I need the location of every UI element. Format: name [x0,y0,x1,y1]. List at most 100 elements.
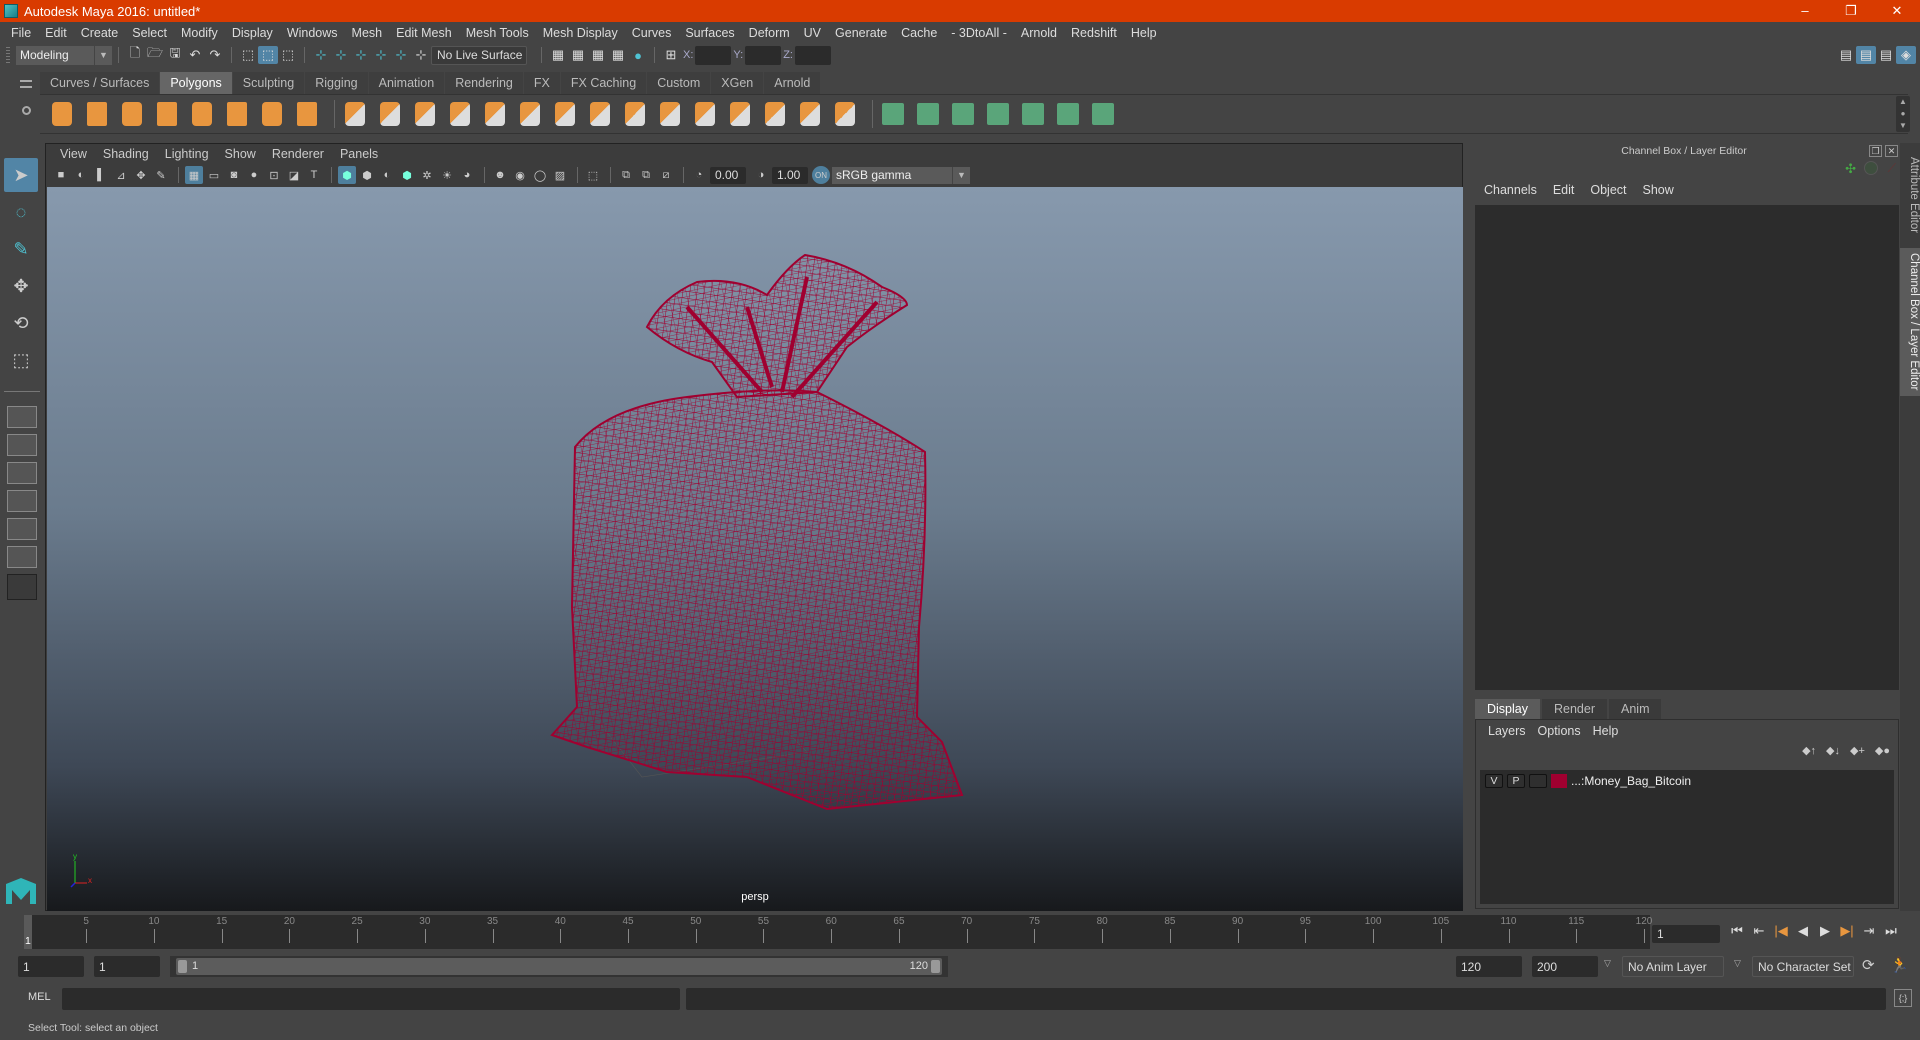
layer-name[interactable]: ...:Money_Bag_Bitcoin [1571,774,1691,788]
anim-layer-dropdown[interactable]: No Anim Layer [1622,956,1724,977]
hud-icon[interactable]: ⧉ [617,166,635,184]
gate-mask-icon[interactable]: ● [245,166,263,184]
use-all-lights-icon[interactable]: ✲ [418,166,436,184]
viewport-menu-show[interactable]: Show [217,147,264,161]
persp-graph-layout-icon[interactable] [7,490,37,512]
menu-set-dropdown[interactable]: Modeling ▼ [16,45,112,65]
menu-select[interactable]: Select [125,26,174,40]
move-layer-down-icon[interactable]: ◆↓ [1826,744,1840,757]
color-management-toggle-icon[interactable]: ON [812,166,830,184]
go-to-end-icon[interactable]: ⏭ [1880,923,1902,939]
separate-icon[interactable] [376,100,404,128]
image-plane-icon[interactable]: ⊿ [112,166,130,184]
menu-display[interactable]: Display [225,26,280,40]
uv-editor-icon[interactable] [1054,100,1082,128]
select-object-icon[interactable]: ⬚ [258,46,278,64]
snap-grid-icon[interactable]: ⊹ [311,46,331,64]
snap-point-icon[interactable]: ⊹ [351,46,371,64]
menu-surfaces[interactable]: Surfaces [678,26,741,40]
persp-outliner-layout-icon[interactable] [7,462,37,484]
menu-redshift[interactable]: Redshift [1064,26,1124,40]
tab-attribute-editor[interactable]: Attribute Editor [1900,153,1920,238]
safe-title-icon[interactable]: T [305,166,323,184]
2d-pan-zoom-icon[interactable]: ✥ [132,166,150,184]
script-editor-icon[interactable]: {;} [1894,989,1912,1007]
range-start-handle[interactable] [178,960,187,973]
unfold-uv-icon[interactable] [1019,100,1047,128]
go-to-start-icon[interactable]: ⏮ [1726,923,1748,939]
save-scene-icon[interactable]: 🖫 [165,45,185,64]
automatic-uv-icon[interactable] [914,100,942,128]
x-field[interactable] [695,45,732,65]
menu-arnold[interactable]: Arnold [1014,26,1064,40]
step-forward-key-icon[interactable]: ⇥ [1858,923,1880,939]
scale-tool-icon[interactable]: ⬚ [4,343,38,377]
layer-tab-anim[interactable]: Anim [1609,699,1662,719]
snap-curve-icon[interactable]: ⊹ [331,46,351,64]
playback-start-field[interactable]: 1 [94,956,160,977]
smooth-shade-icon[interactable]: ⬢ [358,166,376,184]
planar-uv-icon[interactable] [879,100,907,128]
3d-viewport[interactable]: y x persp [47,187,1463,911]
play-forwards-icon[interactable]: ▶ [1814,923,1836,939]
layer-tab-render[interactable]: Render [1542,699,1607,719]
shelf-tab-fx[interactable]: FX [523,72,560,94]
animation-preferences-icon[interactable]: 🏃 [1890,956,1909,974]
viewport-menu-panels[interactable]: Panels [332,147,386,161]
textured-icon[interactable]: ⬢ [398,166,416,184]
poly-cone-icon[interactable] [153,100,181,128]
menu-file[interactable]: File [4,26,38,40]
step-back-frame-icon[interactable]: |◀ [1770,923,1792,939]
backface-culling-icon[interactable]: ▨ [551,166,569,184]
new-scene-icon[interactable]: 🗋 [125,45,145,64]
undo-icon[interactable]: ↶ [185,46,205,64]
ipr-render-icon[interactable]: ▦ [588,46,608,64]
bridge-icon[interactable] [551,100,579,128]
close-button[interactable]: ✕ [1874,0,1920,22]
hyper-icon[interactable]: ⟋ [1888,161,1896,176]
menu-edit-mesh[interactable]: Edit Mesh [389,26,459,40]
shelf-tab-polygons[interactable]: Polygons [160,72,232,94]
select-hierarchy-icon[interactable]: ⬚ [238,46,258,64]
shelf-tab-xgen[interactable]: XGen [711,72,764,94]
range-end-handle[interactable] [931,960,940,973]
z-field[interactable] [794,45,831,65]
move-layer-up-icon[interactable]: ◆↑ [1802,744,1816,757]
xray-active-icon[interactable]: ◉ [511,166,529,184]
menu-mesh-display[interactable]: Mesh Display [536,26,625,40]
range-slider[interactable]: 1 120 [170,956,948,977]
menu-modify[interactable]: Modify [174,26,225,40]
display-type-toggle[interactable] [1529,774,1547,788]
poly-sphere-icon[interactable] [48,100,76,128]
persp-hypershade-layout-icon[interactable] [7,518,37,540]
character-set-dropdown[interactable]: No Character Set [1752,956,1854,977]
layer-menu-help[interactable]: Help [1587,724,1625,738]
shelf-tab-fx-caching[interactable]: FX Caching [560,72,647,94]
render-settings-icon[interactable]: ▦ [608,46,628,64]
channel-box-menu-edit[interactable]: Edit [1545,183,1583,197]
snap-surface-icon[interactable]: ⊹ [391,46,411,64]
fill-hole-icon[interactable] [691,100,719,128]
play-backwards-icon[interactable]: ◀ [1792,923,1814,939]
time-slider-track[interactable]: 1 5 10 15 20 25 30 35 40 45 50 55 60 65 70 75 80 85 90 95 1… [24,915,1652,949]
multi-cut-icon[interactable] [621,100,649,128]
isolate-select-icon[interactable]: ⬚ [584,166,602,184]
shelf-tab-curves-surfaces[interactable]: Curves / Surfaces [40,72,160,94]
extrude-icon[interactable] [586,100,614,128]
camera-attributes-icon[interactable]: ◐ [72,166,90,184]
viewport-menu-lighting[interactable]: Lighting [157,147,217,161]
viewport-menu-shading[interactable]: Shading [95,147,157,161]
menu-mesh[interactable]: Mesh [345,26,390,40]
ambient-occlusion-icon[interactable]: ◕ [458,166,476,184]
render-frame-icon[interactable]: ▦ [568,46,588,64]
combine-icon[interactable] [341,100,369,128]
menu-mesh-tools[interactable]: Mesh Tools [459,26,536,40]
shadows-icon[interactable]: ☀ [438,166,456,184]
scene-end-field[interactable]: 200 [1532,956,1598,977]
poly-plane-icon[interactable] [188,100,216,128]
grip-handle[interactable] [6,47,10,63]
gamma-field[interactable]: 1.00 [772,166,808,184]
tab-channel-box-layer-editor[interactable]: Channel Box / Layer Editor [1900,248,1920,396]
bookmark-icon[interactable]: ▌ [92,166,110,184]
extract-icon[interactable] [481,100,509,128]
